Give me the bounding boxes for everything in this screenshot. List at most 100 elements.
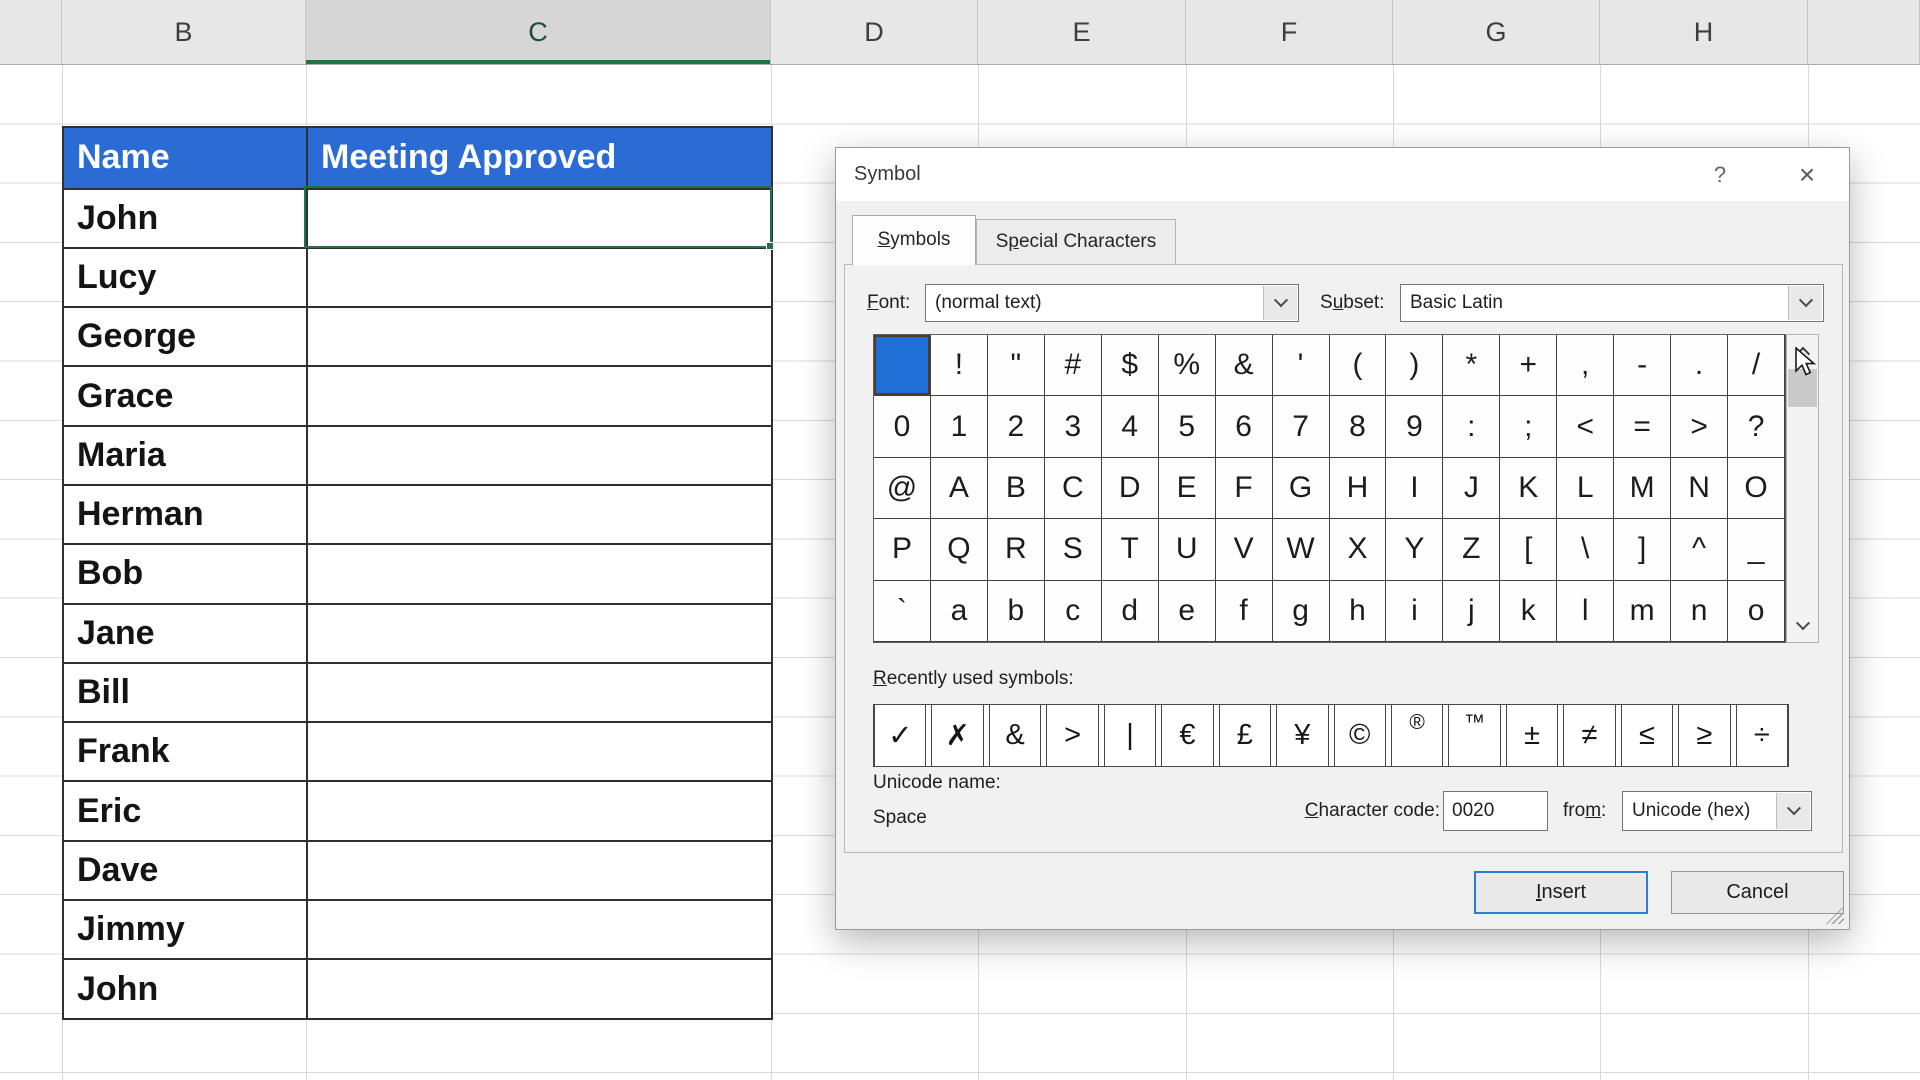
symbol-cell[interactable]: O [1728,458,1785,519]
symbol-cell[interactable]: = [1614,396,1671,457]
symbol-cell[interactable]: ( [1330,335,1387,396]
symbol-cell[interactable]: / [1728,335,1785,396]
symbol-cell[interactable]: + [1500,335,1557,396]
symbol-cell[interactable]: - [1614,335,1671,396]
symbol-cell[interactable]: > [1671,396,1728,457]
symbol-cell[interactable]: R [988,519,1045,580]
symbol-cell[interactable]: i [1386,581,1443,642]
table-row-cell[interactable] [308,782,773,841]
symbol-cell[interactable]: J [1443,458,1500,519]
recent-symbol-cell[interactable]: ¥ [1276,704,1328,767]
symbol-cell[interactable]: B [988,458,1045,519]
symbol-cell[interactable]: D [1102,458,1159,519]
symbol-cell[interactable]: P [874,519,931,580]
recent-symbol-cell[interactable]: ≥ [1678,704,1730,767]
symbol-cell[interactable]: Z [1443,519,1500,580]
symbol-cell[interactable]: 0 [874,396,931,457]
symbol-cell[interactable]: 3 [1045,396,1102,457]
symbol-cell[interactable]: d [1102,581,1159,642]
help-icon[interactable]: ? [1696,148,1744,201]
symbol-cell[interactable]: U [1159,519,1216,580]
recent-symbol-cell[interactable]: > [1046,704,1098,767]
symbol-cell[interactable]: m [1614,581,1671,642]
table-row-cell[interactable]: Maria [64,427,308,486]
column-header-F[interactable]: F [1186,0,1393,64]
column-header-E[interactable]: E [978,0,1186,64]
symbol-cell[interactable]: j [1443,581,1500,642]
symbol-cell[interactable]: ^ [1671,519,1728,580]
symbol-cell[interactable]: C [1045,458,1102,519]
table-row-cell[interactable] [308,842,773,901]
table-row-cell[interactable]: John [64,960,308,1019]
table-row-cell[interactable]: Bill [64,664,308,723]
symbol-cell[interactable]: 8 [1330,396,1387,457]
symbol-cell[interactable]: ' [1273,335,1330,396]
recent-symbol-cell[interactable]: ✓ [874,704,926,767]
recent-symbol-cell[interactable]: ± [1506,704,1558,767]
symbol-cell[interactable]: @ [874,458,931,519]
symbol-cell[interactable]: N [1671,458,1728,519]
font-combobox[interactable]: (normal text) [925,284,1299,322]
table-row-cell[interactable]: Jimmy [64,901,308,960]
symbol-cell[interactable]: a [931,581,988,642]
symbol-cell[interactable]: ? [1728,396,1785,457]
table-row-cell[interactable]: George [64,308,308,367]
cancel-button[interactable]: Cancel [1671,871,1844,914]
symbol-cell[interactable]: E [1159,458,1216,519]
recent-symbol-cell[interactable]: ≠ [1563,704,1615,767]
symbol-cell[interactable]: . [1671,335,1728,396]
table-row-cell[interactable] [308,605,773,664]
table-row-cell[interactable]: Bob [64,545,308,604]
symbol-cell[interactable]: \ [1557,519,1614,580]
symbol-cell[interactable]: G [1273,458,1330,519]
symbol-cell[interactable]: W [1273,519,1330,580]
subset-combobox[interactable]: Basic Latin [1400,284,1824,322]
symbol-cell[interactable]: K [1500,458,1557,519]
table-row-cell[interactable]: Eric [64,782,308,841]
recent-symbol-cell[interactable]: ✗ [931,704,983,767]
column-header-C[interactable]: C [306,0,771,64]
from-combobox[interactable]: Unicode (hex) [1622,791,1812,831]
table-row-cell[interactable]: Frank [64,723,308,782]
symbol-cell[interactable]: c [1045,581,1102,642]
table-header-row-cell[interactable]: Name [64,128,308,190]
symbol-cell[interactable]: & [1216,335,1273,396]
table-row-cell[interactable]: Jane [64,605,308,664]
table-row-cell[interactable] [308,367,773,426]
table-row-cell[interactable] [308,249,773,308]
insert-button[interactable]: Insert [1474,871,1648,914]
symbol-cell[interactable]: $ [1102,335,1159,396]
symbol-cell[interactable]: ` [874,581,931,642]
recent-symbol-cell[interactable]: ® [1391,704,1443,767]
symbol-cell[interactable]: A [931,458,988,519]
table-row-cell[interactable]: Herman [64,486,308,545]
recent-symbol-cell[interactable]: € [1161,704,1213,767]
column-header-D[interactable]: D [771,0,978,64]
table-row-cell[interactable] [308,545,773,604]
active-cell-c4[interactable] [304,186,772,248]
column-header-B[interactable]: B [62,0,306,64]
symbol-cell[interactable]: < [1557,396,1614,457]
symbol-cell[interactable]: k [1500,581,1557,642]
symbol-cell[interactable]: _ [1728,519,1785,580]
symbol-cell[interactable]: ] [1614,519,1671,580]
table-row-cell[interactable]: John [64,190,308,249]
symbol-cell[interactable]: 4 [1102,396,1159,457]
close-icon[interactable]: × [1780,148,1834,201]
symbol-cell[interactable]: % [1159,335,1216,396]
column-header[interactable] [0,0,62,64]
symbol-cell[interactable]: g [1273,581,1330,642]
table-row-cell[interactable] [308,723,773,782]
symbol-cell[interactable]: V [1216,519,1273,580]
symbol-cell[interactable]: n [1671,581,1728,642]
symbol-cell[interactable]: * [1443,335,1500,396]
symbol-cell[interactable]: 5 [1159,396,1216,457]
symbol-cell[interactable]: S [1045,519,1102,580]
table-row-cell[interactable] [308,427,773,486]
symbol-cell[interactable]: 9 [1386,396,1443,457]
char-code-input[interactable] [1443,791,1548,831]
symbol-cell[interactable]: , [1557,335,1614,396]
recent-symbol-cell[interactable]: & [989,704,1041,767]
symbol-cell[interactable]: o [1728,581,1785,642]
recent-symbol-cell[interactable]: © [1334,704,1386,767]
